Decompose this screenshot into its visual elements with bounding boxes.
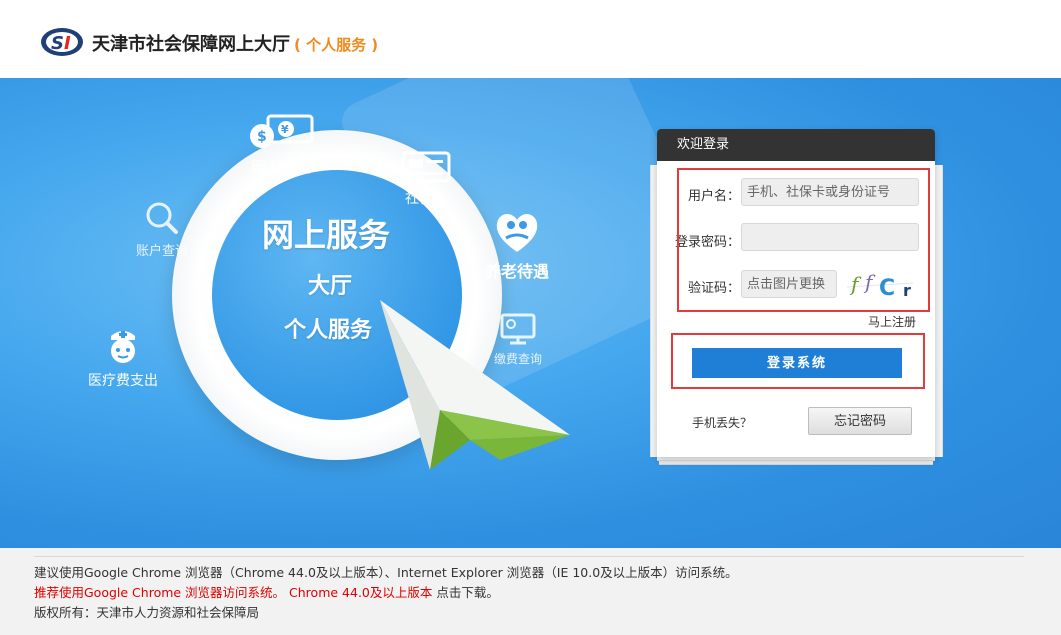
- svg-text:S: S: [51, 33, 64, 54]
- service-label: 缴费查询: [494, 352, 543, 366]
- service-medical-expense[interactable]: 医疗费支出: [88, 326, 158, 390]
- svg-text:I: I: [64, 33, 71, 54]
- svg-text:$: $: [257, 129, 267, 145]
- header: S I 天津市社会保障网上大厅( 个人服务 ): [0, 0, 1061, 78]
- site-subtitle: ( 个人服务 ): [294, 36, 379, 54]
- service-label: 养老待遇: [485, 262, 550, 281]
- money-icon: $ ¥: [250, 114, 314, 148]
- service-label: 社保卡: [405, 191, 447, 207]
- center-title: 网上服务: [261, 216, 390, 254]
- service-payment-query[interactable]: 缴费查询: [494, 312, 542, 367]
- service-label: 账户查询: [136, 244, 189, 259]
- login-header: 欢迎登录: [657, 129, 935, 161]
- site-title: 天津市社会保障网上大厅( 个人服务 ): [92, 30, 378, 56]
- footer-copyright: 版权所有：天津市人力资源和社会保障局: [34, 605, 260, 620]
- login-button[interactable]: 登录系统: [692, 348, 902, 378]
- service-social-card[interactable]: 社保卡: [400, 150, 452, 208]
- si-logo-icon[interactable]: S I: [40, 26, 84, 58]
- monitor-icon: [500, 313, 536, 345]
- service-account-query[interactable]: 账户查询: [136, 200, 188, 259]
- svg-text:¥: ¥: [281, 123, 289, 136]
- forgot-password-button[interactable]: 忘记密码: [808, 407, 912, 435]
- login-panel-edge-right: [935, 165, 943, 457]
- nurse-icon: [111, 331, 135, 363]
- search-icon: [146, 202, 178, 234]
- phone-lost-link[interactable]: 手机丢失？: [692, 414, 752, 431]
- highlight-box-fields: [677, 168, 930, 312]
- service-pension[interactable]: 养老待遇: [485, 208, 549, 282]
- footer-download-text: 点击下载。: [432, 585, 499, 600]
- card-icon: [401, 151, 451, 183]
- site-title-text: 天津市社会保障网上大厅: [92, 34, 290, 55]
- login-panel-stack: [659, 461, 933, 465]
- service-label: 医疗费支出: [88, 373, 158, 389]
- register-link[interactable]: 马上注册: [868, 313, 916, 330]
- footer-divider: [34, 556, 1024, 557]
- login-panel-stack: [657, 457, 935, 461]
- service-label: 网上缴费: [250, 158, 311, 176]
- footer-download-line: 推荐使用Google Chrome 浏览器访问系统。 Chrome 44.0及以…: [34, 582, 499, 601]
- heart-people-icon: [496, 214, 538, 252]
- paper-plane-icon: [380, 300, 570, 470]
- footer-browser-notice: 建议使用Google Chrome 浏览器（Chrome 44.0及以上版本）、…: [34, 565, 738, 580]
- footer-recommend-text[interactable]: 推荐使用Google Chrome 浏览器访问系统。 Chrome 44.0及以…: [34, 585, 432, 600]
- service-online-payment[interactable]: $ ¥ 网上缴费: [246, 112, 316, 177]
